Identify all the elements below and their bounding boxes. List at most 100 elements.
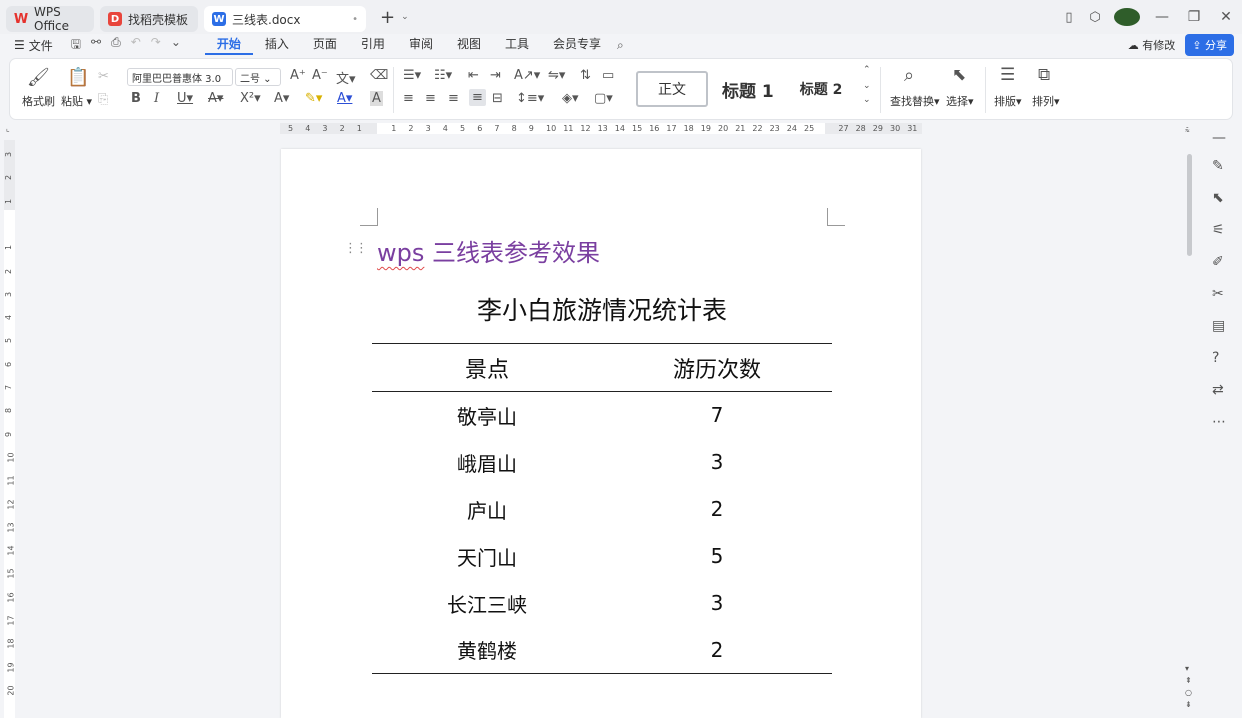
pen-icon[interactable]: ✎ [1212,158,1224,174]
style-heading-2[interactable]: 标题 2 [800,79,843,99]
next-page-icon[interactable]: ⇟ [1185,700,1192,709]
paste-button[interactable]: 粘贴 ▾ [61,93,92,109]
tab-member[interactable]: 会员专享 [541,35,613,55]
select-button[interactable]: 选择▾ [946,93,974,109]
table-title[interactable]: 李小白旅游情况统计表 [372,291,832,327]
layout-button[interactable]: 排版▾ [994,93,1022,109]
find-replace-button[interactable]: 查找替换▾ [890,93,940,109]
help-icon[interactable]: ? [1212,350,1219,366]
format-painter-label[interactable]: 格式刷 [22,93,55,109]
close-icon[interactable]: ✕ [1210,9,1242,25]
restore-icon[interactable]: ❐ [1178,9,1210,25]
superscript-icon[interactable]: X²▾ [240,91,261,106]
style-heading-1[interactable]: 标题 1 [722,77,774,102]
tab-home[interactable]: 开始 [204,35,253,55]
search-icon[interactable]: ⌕ [617,38,624,53]
font-name-select[interactable]: 阿里巴巴普惠体 3.0 [127,68,233,86]
print-preview-icon[interactable]: ⎙ [111,35,121,56]
shading-icon[interactable]: ◈▾ [562,91,579,106]
link-icon[interactable]: ⚯ [91,35,101,56]
sort-icon[interactable]: ⇋▾ [548,68,565,83]
paste-icon[interactable]: 📋 [67,67,89,88]
table-cell[interactable]: 7 [602,392,832,439]
format-painter-icon[interactable]: 🖌 [27,67,50,88]
redo-icon[interactable]: ↷ [151,35,161,56]
file-menu[interactable]: ☰ 文件 [14,37,53,54]
arrange-icon[interactable]: ⧉ [1038,65,1050,85]
ai-write-icon[interactable]: ✐ [1212,254,1224,270]
highlight-icon[interactable]: ✎▾ [305,91,322,106]
text-direction-icon[interactable]: A↗▾ [514,68,540,83]
text-effect-icon[interactable]: A▾ [274,91,289,106]
tab-wps-office[interactable]: W WPS Office [6,5,94,33]
scroll-down-icon[interactable]: ▾ [1185,664,1189,673]
gallery-up-icon[interactable]: ⌃ [863,65,871,75]
table-cell[interactable]: 峨眉山 [372,439,602,486]
header-cell-visits[interactable]: 游历次数 [602,343,832,392]
table-cell[interactable]: 长江三峡 [372,580,602,627]
table-cell[interactable]: 3 [602,580,832,627]
arrange-button[interactable]: 排列▾ [1032,93,1060,109]
clear-format-icon[interactable]: ⌫ [370,68,388,83]
table-cell[interactable]: 2 [602,486,832,533]
adjust-icon[interactable]: ⚟ [1212,222,1225,238]
table-cell[interactable]: 黄鹤楼 [372,626,602,674]
more-chevron-icon[interactable]: ⌄ [171,35,181,56]
align-center-icon[interactable]: ≡ [425,91,436,106]
italic-icon[interactable]: I [154,91,159,106]
vertical-ruler[interactable]: 3 2 1 1 2 3 4 5 6 7 8 9 10 11 12 13 14 15 16 17 18 19 20 [4,140,16,718]
decrease-indent-icon[interactable]: ⇤ [468,68,479,83]
translate-icon[interactable]: ⇄ [1212,382,1224,398]
numbered-list-icon[interactable]: ☷▾ [434,68,452,83]
vertical-scrollbar[interactable]: ⩯ ▾ ⇞ ○ ⇟ [1185,126,1193,718]
chevron-down-icon[interactable]: ⌄ [401,12,409,22]
select-cursor-icon[interactable]: ⬉ [952,65,966,85]
scroll-top-icon[interactable]: ⩯ [1185,126,1190,136]
collapse-icon[interactable]: — [1212,130,1226,146]
more-icon[interactable]: ⋯ [1212,414,1226,430]
underline-icon[interactable]: U▾ [177,91,193,106]
undo-icon[interactable]: ↶ [131,35,141,56]
save-icon[interactable]: 🖫 [71,35,81,56]
reader-icon[interactable]: ▤ [1212,318,1225,334]
char-shading-icon[interactable]: A [370,91,383,106]
copy-icon[interactable]: ⎘ [98,92,108,107]
cut-icon[interactable]: ✂ [98,69,109,84]
sidebar-toggle-icon[interactable]: ▯ [1056,10,1082,25]
align-left-icon[interactable]: ≡ [403,91,414,106]
tab-docer-templates[interactable]: D 找稻壳模板 [100,6,198,32]
drag-handle-icon[interactable]: ⋮⋮ [344,241,368,256]
document-page[interactable]: ⋮⋮ wps 三线表参考效果 李小白旅游情况统计表 景点 游历次数 敬亭山 7 … [281,149,921,718]
line-spacing-icon[interactable]: ↕≡▾ [516,91,544,106]
tab-document[interactable]: W 三线表.docx • [204,6,366,32]
phonetic-guide-icon[interactable]: 文▾ [336,68,356,87]
table-cell[interactable]: 庐山 [372,486,602,533]
tab-insert[interactable]: 插入 [253,35,301,55]
increase-indent-icon[interactable]: ⇥ [490,68,501,83]
tab-stops-icon[interactable]: ▭ [602,68,614,83]
prev-page-icon[interactable]: ⇞ [1185,676,1192,685]
document-heading[interactable]: wps 三线表参考效果 [377,233,600,268]
shrink-font-icon[interactable]: A⁻ [312,68,328,83]
new-tab-button[interactable]: + [380,7,395,28]
border-icon[interactable]: ▢▾ [594,91,613,106]
tab-references[interactable]: 引用 [349,35,397,55]
table-cell[interactable]: 2 [602,626,832,674]
scroll-thumb[interactable] [1187,154,1192,256]
minimize-icon[interactable]: — [1146,9,1178,25]
browse-object-icon[interactable]: ○ [1185,688,1192,697]
justify-icon[interactable]: ≡ [469,89,486,106]
tools-icon[interactable]: ✂ [1212,286,1224,302]
grow-font-icon[interactable]: A⁺ [290,68,306,83]
table-cell[interactable]: 5 [602,533,832,580]
strikethrough-icon[interactable]: A▾ [208,91,223,106]
three-line-table[interactable]: 景点 游历次数 敬亭山 7 峨眉山 3 庐山 2 天门山 5 长江三峡 3 黄鹤… [372,343,832,674]
bullet-list-icon[interactable]: ☰▾ [403,68,421,83]
font-size-select[interactable]: 二号 ⌄ [235,68,281,86]
tab-tools[interactable]: 工具 [493,35,541,55]
align-right-icon[interactable]: ≡ [448,91,459,106]
style-normal[interactable]: 正文 [636,71,708,107]
share-button[interactable]: ⇪ 分享 [1185,34,1234,56]
layout-icon[interactable]: ☰ [1000,65,1015,85]
header-cell-attraction[interactable]: 景点 [372,343,602,392]
